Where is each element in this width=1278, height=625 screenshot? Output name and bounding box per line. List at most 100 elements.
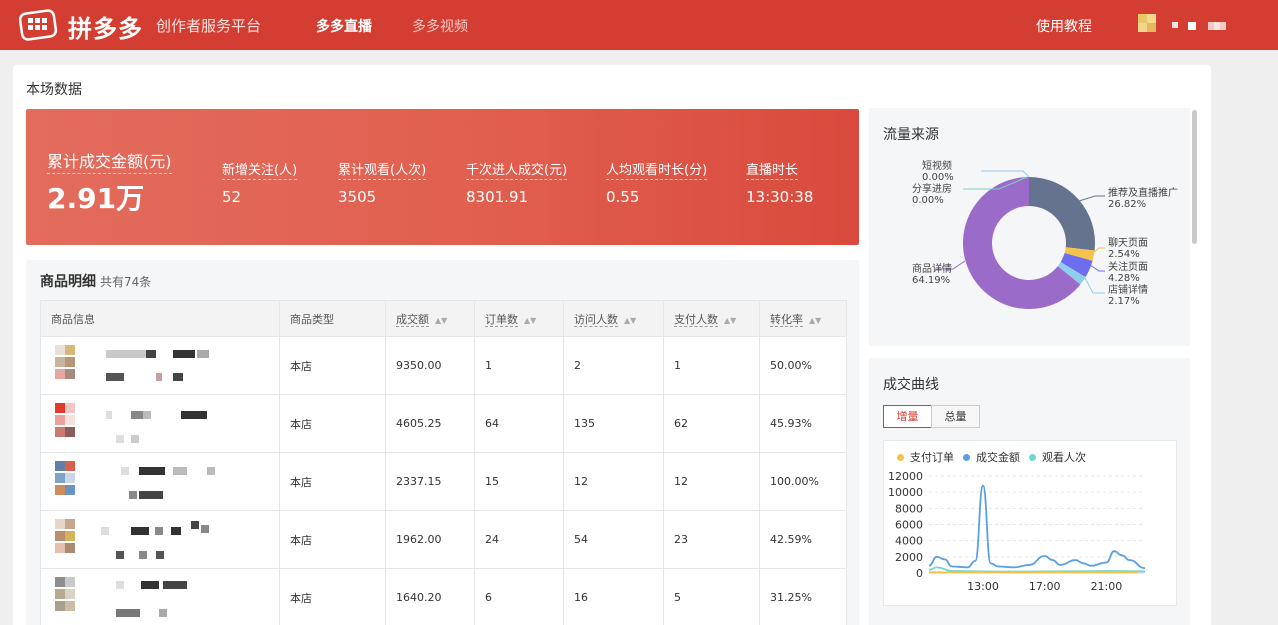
metric-value: 52 (222, 188, 242, 206)
metric-label: 人均观看时长(分) (606, 159, 708, 180)
table-row[interactable]: 本店 2337.15 15 12 12 100.00% (40, 452, 847, 511)
visitor-count: 16 (563, 568, 664, 625)
total-amount-label: 累计成交金额(元) (47, 148, 172, 174)
sort-icon[interactable]: ▲▼ (624, 316, 636, 325)
metric-label: 新增关注(人) (222, 159, 298, 180)
product-thumbnail-masked[interactable] (51, 343, 251, 389)
deal-curve-title: 成交曲线 (883, 377, 939, 393)
product-panel-title: 商品明细 (40, 274, 96, 290)
donut-label-share: 分享进房 0.00% (912, 184, 952, 206)
table-row[interactable]: 本店 4605.25 64 135 62 45.93% (40, 394, 847, 453)
y-tick-label: 8000 (895, 502, 923, 515)
metric-label: 累计观看(人次) (338, 159, 427, 180)
section-title: 本场数据 (26, 82, 82, 98)
column-header-sortable[interactable]: 转化率 ▲▼ (759, 300, 847, 337)
donut-label-short-video: 短视频 0.00% (922, 161, 954, 183)
increment-tab[interactable]: 增量 (883, 405, 932, 428)
order-count: 6 (474, 568, 564, 625)
column-header-sortable[interactable]: 支付人数 ▲▼ (663, 300, 760, 337)
product-thumbnail-masked[interactable] (51, 517, 251, 563)
donut-leader-line (1078, 195, 1105, 202)
metric-new-followers: 新增关注(人) 52 (222, 159, 298, 206)
x-tick-label: 17:00 (1029, 580, 1061, 593)
visitor-count: 135 (563, 394, 664, 453)
column-header-sortable[interactable]: 订单数 ▲▼ (474, 300, 564, 337)
metric-value: 8301.91 (466, 188, 529, 206)
order-count: 1 (474, 336, 564, 395)
deal-amount: 1962.00 (385, 510, 475, 569)
metric-deal-per-thousand: 千次进人成交(元) 8301.91 (466, 159, 568, 206)
conversion-rate: 100.00% (759, 452, 847, 511)
metric-label: 直播时长 (746, 159, 799, 180)
product-type: 本店 (279, 394, 386, 453)
donut-label-follow: 关注页面 4.28% (1108, 262, 1148, 284)
donut-slice[interactable] (1029, 177, 1095, 251)
metric-live-duration: 直播时长 13:30:38 (746, 159, 813, 206)
donut-leader-line (1089, 264, 1105, 272)
metric-avg-watch-time: 人均观看时长(分) 0.55 (606, 159, 708, 206)
product-info-cell[interactable] (40, 394, 280, 453)
product-info-cell[interactable] (40, 452, 280, 511)
donut-leader-line (981, 170, 1030, 178)
product-type: 本店 (279, 336, 386, 395)
total-tab[interactable]: 总量 (931, 405, 980, 428)
logo-text: 拼多多 (68, 15, 143, 43)
product-info-cell[interactable] (40, 336, 280, 395)
table-row[interactable]: 本店 1962.00 24 54 23 42.59% (40, 510, 847, 569)
scrollbar-thumb[interactable] (1192, 110, 1197, 244)
traffic-donut-chart (935, 170, 1105, 309)
nav-tab-live[interactable]: 多多直播 (316, 16, 372, 36)
sort-icon[interactable]: ▲▼ (724, 316, 736, 325)
user-avatar-icon[interactable] (1138, 14, 1164, 32)
payer-count: 5 (663, 568, 760, 625)
x-tick-label: 21:00 (1091, 580, 1123, 593)
summary-banner: 累计成交金额(元) 2.91万 新增关注(人) 52 累计观看(人次) 3505… (26, 109, 859, 245)
product-thumbnail-masked[interactable] (51, 575, 251, 621)
sort-icon[interactable]: ▲▼ (435, 316, 447, 325)
column-header: 商品信息 (40, 300, 280, 337)
product-info-cell[interactable] (40, 510, 280, 569)
metric-value: 3505 (338, 188, 377, 206)
donut-label-chat: 聊天页面 2.54% (1108, 238, 1148, 260)
order-count: 24 (474, 510, 564, 569)
sort-icon[interactable]: ▲▼ (524, 316, 536, 325)
nav-tab-video[interactable]: 多多视频 (412, 16, 468, 36)
product-thumbnail-masked[interactable] (51, 401, 251, 447)
metric-label: 千次进人成交(元) (466, 159, 568, 180)
deal-amount: 4605.25 (385, 394, 475, 453)
column-header-sortable[interactable]: 访问人数 ▲▼ (563, 300, 664, 337)
product-count: 共有74条 (100, 275, 152, 289)
order-count: 64 (474, 394, 564, 453)
pinduoduo-logo-icon[interactable] (18, 7, 58, 43)
x-tick-label: 13:00 (967, 580, 999, 593)
y-tick-label: 6000 (895, 519, 923, 532)
help-link[interactable]: 使用教程 (1036, 16, 1092, 36)
payer-count: 12 (663, 452, 760, 511)
donut-leader-line (1092, 247, 1105, 254)
top-bar: 拼多多 创作者服务平台 多多直播 多多视频 使用教程 (0, 0, 1278, 50)
deal-amount: 1640.20 (385, 568, 475, 625)
visitor-count: 54 (563, 510, 664, 569)
table-row[interactable]: 本店 9350.00 1 2 1 50.00% (40, 336, 847, 395)
y-tick-label: 10000 (888, 486, 923, 499)
metric-value: 13:30:38 (746, 188, 814, 206)
product-info-cell[interactable] (40, 568, 280, 625)
payer-count: 1 (663, 336, 760, 395)
payer-count: 23 (663, 510, 760, 569)
table-row[interactable]: 本店 1640.20 6 16 5 31.25% (40, 568, 847, 625)
column-header-sortable[interactable]: 成交额 ▲▼ (385, 300, 475, 337)
deal-amount: 2337.15 (385, 452, 475, 511)
visitor-count: 2 (563, 336, 664, 395)
product-type: 本店 (279, 568, 386, 625)
product-table: 商品信息 商品类型 成交额 ▲▼ 订单数 ▲▼ 访问人数 ▲▼ 支付人数 ▲▼ 转化率 ▲… (40, 300, 847, 625)
order-count: 15 (474, 452, 564, 511)
metric-total-views: 累计观看(人次) 3505 (338, 159, 427, 206)
donut-leader-line (1083, 275, 1105, 294)
metric-value: 0.55 (606, 188, 640, 206)
product-thumbnail-masked[interactable] (51, 459, 251, 505)
series-line (928, 484, 1146, 570)
sort-icon[interactable]: ▲▼ (809, 316, 821, 325)
visitor-count: 12 (563, 452, 664, 511)
platform-name: 创作者服务平台 (156, 17, 262, 35)
y-tick-label: 4000 (895, 535, 923, 548)
